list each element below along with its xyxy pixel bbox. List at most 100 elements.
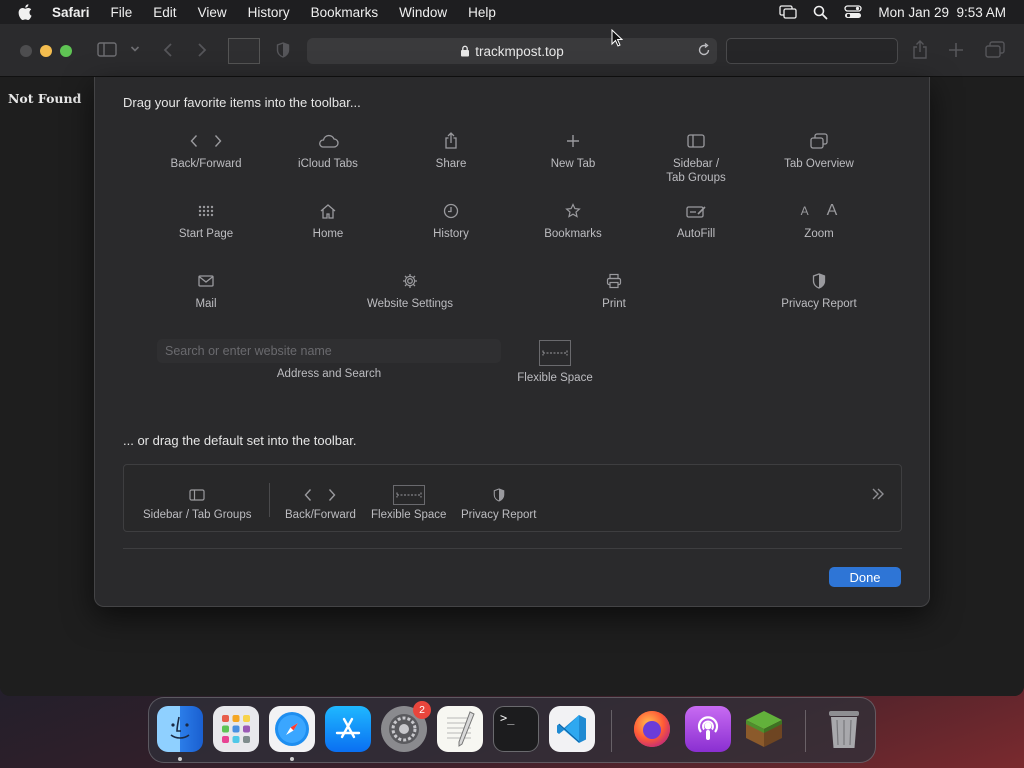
- toolbar-item-website-settings[interactable]: Website Settings: [345, 269, 475, 311]
- menu-history[interactable]: History: [248, 5, 290, 20]
- notification-badge: 2: [413, 701, 431, 719]
- minimize-window-button[interactable]: [40, 45, 52, 57]
- flexible-space-icon: [539, 339, 571, 367]
- cloud-icon: [317, 129, 339, 153]
- toolbar-item-label: Print: [602, 298, 626, 310]
- address-url: trackmpost.top: [475, 43, 564, 59]
- toolbar-item-bookmarks[interactable]: Bookmarks: [508, 199, 638, 241]
- launchpad-icon[interactable]: [213, 706, 259, 752]
- toolbar-item-new-tab[interactable]: New Tab: [508, 129, 638, 171]
- printer-icon: [606, 269, 622, 293]
- menubar-clock[interactable]: Mon Jan 29 9:53 AM: [878, 5, 1006, 20]
- new-tab-icon[interactable]: [948, 42, 964, 58]
- toolbar-item-history[interactable]: History: [386, 199, 516, 241]
- toolbar-item-start-page[interactable]: Start Page: [141, 199, 271, 241]
- firefox-icon[interactable]: [629, 706, 675, 752]
- zoom-window-button[interactable]: [60, 45, 72, 57]
- system-preferences-icon[interactable]: 2: [381, 701, 431, 752]
- finder-icon[interactable]: [157, 706, 203, 752]
- tab-overview-icon[interactable]: [985, 41, 1005, 59]
- sidebar-icon: [189, 483, 205, 507]
- privacy-shield-icon[interactable]: [276, 42, 290, 58]
- default-item-label: Privacy Report: [461, 509, 537, 521]
- toolbar-item-share[interactable]: Share: [386, 129, 516, 171]
- default-item-back-forward: Back/Forward: [285, 483, 356, 521]
- toolbar-item-zoom[interactable]: A A Zoom: [754, 199, 884, 241]
- forward-icon[interactable]: [196, 42, 208, 58]
- toolbar-item-back-forward[interactable]: Back/Forward: [141, 129, 271, 171]
- toolbar-item-label: Back/Forward: [170, 158, 242, 170]
- autofill-icon: [686, 199, 706, 223]
- toolbar-item-label: Tab Overview: [784, 158, 854, 170]
- spotlight-search-icon[interactable]: [813, 5, 828, 20]
- toolbar-item-home[interactable]: Home: [263, 199, 393, 241]
- plus-icon: [566, 129, 580, 153]
- toolbar-item-icloud-tabs[interactable]: iCloud Tabs: [263, 129, 393, 171]
- mail-icon: [198, 269, 214, 293]
- dock-separator: [805, 710, 806, 752]
- menu-bookmarks[interactable]: Bookmarks: [311, 5, 379, 20]
- menu-extras: Mon Jan 29 9:53 AM: [779, 0, 1006, 24]
- address-search-field-preview: Search or enter website name: [157, 339, 501, 363]
- address-bar[interactable]: trackmpost.top: [307, 38, 717, 64]
- menu-window[interactable]: Window: [399, 5, 447, 20]
- safari-icon[interactable]: [269, 706, 315, 752]
- shield-icon: [493, 483, 505, 507]
- trash-icon[interactable]: [821, 706, 867, 752]
- podcasts-icon[interactable]: [685, 706, 731, 752]
- star-icon: [565, 199, 581, 223]
- toolbar-item-tab-overview[interactable]: Tab Overview: [754, 129, 884, 171]
- dock: 2 >_: [148, 697, 876, 763]
- back-icon[interactable]: [162, 42, 174, 58]
- vscode-icon[interactable]: [549, 706, 595, 752]
- toolbar-item-label-line2: Tab Groups: [666, 172, 726, 184]
- menu-edit[interactable]: Edit: [153, 5, 176, 20]
- gear-icon: [402, 269, 418, 293]
- done-button[interactable]: Done: [829, 567, 901, 587]
- lock-icon: [460, 45, 470, 57]
- toolbar-item-label: New Tab: [550, 158, 596, 170]
- back-forward-icon: [189, 129, 223, 153]
- textedit-icon[interactable]: [437, 706, 483, 752]
- minecraft-icon[interactable]: [741, 706, 787, 752]
- toolbar-item-address-and-search[interactable]: Search or enter website name Address and…: [157, 339, 501, 380]
- menu-bar: Safari File Edit View History Bookmarks …: [0, 0, 1024, 24]
- toolbar-item-mail[interactable]: Mail: [141, 269, 271, 311]
- sidebar-toggle-icon[interactable]: [97, 42, 117, 57]
- toolbar-placeholder-box: [228, 38, 260, 64]
- default-item-sidebar: Sidebar / Tab Groups: [143, 483, 251, 521]
- reload-icon[interactable]: [697, 42, 711, 60]
- toolbar-item-label: iCloud Tabs: [298, 158, 358, 170]
- screen-mirroring-icon[interactable]: [779, 5, 798, 19]
- mouse-pointer-icon: [611, 28, 624, 50]
- chevron-down-icon[interactable]: [130, 45, 140, 53]
- default-set-separator: [269, 483, 270, 517]
- default-item-privacy-report: Privacy Report: [461, 483, 536, 521]
- toolbar-item-autofill[interactable]: AutoFill: [631, 199, 761, 241]
- clock-icon: [443, 199, 459, 223]
- home-icon: [319, 199, 337, 223]
- zoom-out-glyph: A: [800, 204, 809, 218]
- toolbar-search-field[interactable]: [726, 38, 898, 64]
- grid-icon: [198, 199, 214, 223]
- apple-menu-icon[interactable]: [18, 4, 38, 20]
- terminal-icon[interactable]: >_: [493, 706, 539, 752]
- menu-file[interactable]: File: [111, 5, 133, 20]
- toolbar-item-privacy-report[interactable]: Privacy Report: [754, 269, 884, 311]
- zoom-icon: A A: [801, 199, 838, 223]
- control-center-icon[interactable]: [844, 5, 863, 19]
- app-store-icon[interactable]: [325, 706, 371, 752]
- toolbar-item-flexible-space[interactable]: Flexible Space: [490, 339, 620, 385]
- default-toolbar-set[interactable]: Sidebar / Tab Groups Back/Forward Flexib…: [123, 464, 902, 532]
- menu-view[interactable]: View: [198, 5, 227, 20]
- toolbar-item-sidebar[interactable]: Sidebar / Tab Groups: [631, 129, 761, 185]
- toolbar-item-print[interactable]: Print: [549, 269, 679, 311]
- toolbar-item-label: Address and Search: [276, 368, 382, 380]
- toolbar-item-label: Mail: [195, 298, 217, 310]
- menu-help[interactable]: Help: [468, 5, 496, 20]
- menu-app-safari[interactable]: Safari: [52, 5, 90, 20]
- close-window-button[interactable]: [20, 45, 32, 57]
- toolbar-item-label: Zoom: [804, 228, 834, 240]
- share-icon[interactable]: [912, 40, 928, 60]
- safari-running-dot: [290, 757, 294, 761]
